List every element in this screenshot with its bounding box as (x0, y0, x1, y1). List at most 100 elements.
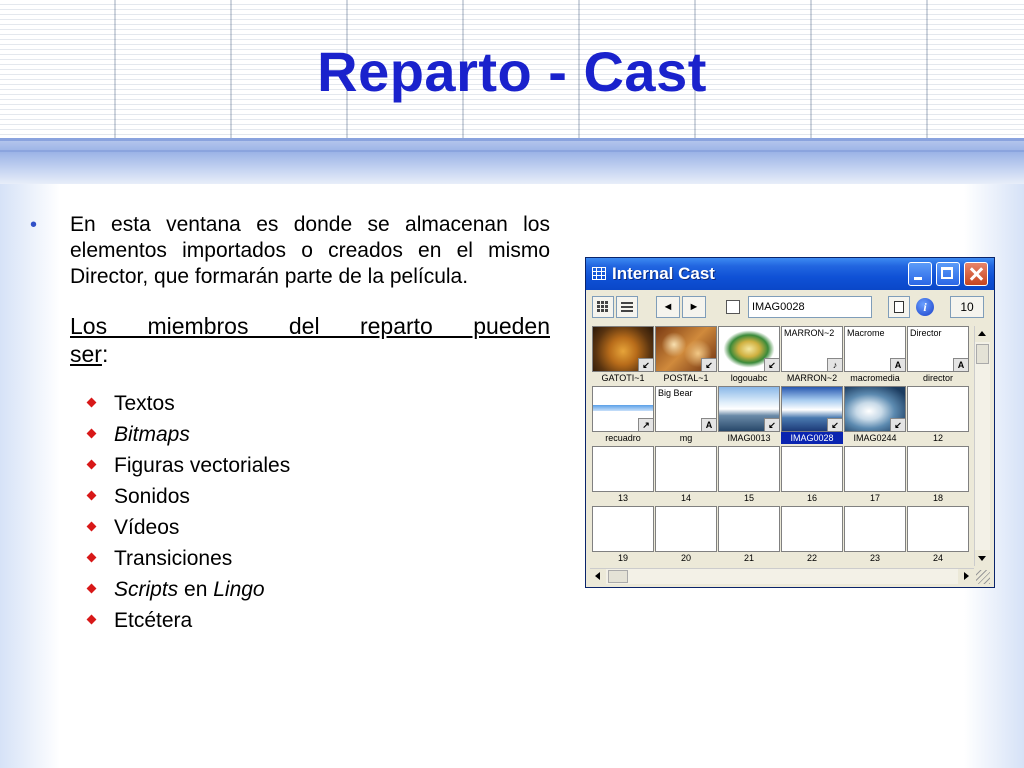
cast-member-cell[interactable]: 12 (907, 386, 969, 446)
cast-member-cell[interactable]: 14 (655, 446, 717, 506)
cast-member-cell[interactable]: 19 (592, 506, 654, 566)
list-item-text: Etcétera (114, 609, 193, 632)
cast-member-thumbnail[interactable] (907, 446, 969, 492)
cast-member-thumbnail[interactable] (781, 446, 843, 492)
cast-member-cell[interactable]: Director A director (907, 326, 969, 386)
cast-member-cell[interactable]: ↙ GATOTI~1 (592, 326, 654, 386)
diamond-bullet-icon (86, 397, 97, 408)
cast-member-thumbnail[interactable] (718, 506, 780, 552)
cast-member-cell[interactable]: Macrome A macromedia (844, 326, 906, 386)
cast-member-cell[interactable]: ↙ IMAG0013 (718, 386, 780, 446)
cast-member-cell[interactable]: 18 (907, 446, 969, 506)
cast-member-label: IMAG0244 (853, 433, 897, 443)
cast-member-cell[interactable]: 22 (781, 506, 843, 566)
scroll-up-arrow-icon[interactable] (975, 326, 990, 342)
cast-member-thumbnail[interactable]: ↙ (718, 326, 780, 372)
cast-member-thumbnail[interactable] (655, 506, 717, 552)
cast-member-cell[interactable]: ↙ IMAG0244 (844, 386, 906, 446)
maximize-button[interactable] (936, 262, 960, 286)
cast-member-cell-selected[interactable]: ↙ IMAG0028 (781, 386, 843, 446)
cast-member-label: IMAG0013 (727, 433, 771, 443)
next-member-button[interactable]: ► (682, 296, 706, 318)
cast-member-cell[interactable]: 20 (655, 506, 717, 566)
slide-body: • En esta ventana es donde se almacenan … (28, 212, 550, 636)
resize-grip-icon[interactable] (976, 570, 990, 584)
cast-member-cell[interactable]: 24 (907, 506, 969, 566)
scroll-down-arrow-icon[interactable] (975, 550, 990, 566)
cast-member-label: 13 (617, 493, 628, 503)
cast-member-cell[interactable]: ↙ logouabc (718, 326, 780, 386)
cast-member-thumbnail[interactable] (907, 386, 969, 432)
bitmap-type-icon: ↙ (638, 358, 653, 371)
cast-member-thumbnail[interactable]: ↙ (844, 386, 906, 432)
cast-member-thumbnail[interactable]: ↗ (592, 386, 654, 432)
list-item: Etcétera (86, 605, 550, 636)
member-properties-info-icon[interactable]: i (916, 298, 934, 316)
cast-member-cell[interactable]: MARRON~2 ♪ MARRON~2 (781, 326, 843, 386)
cast-member-thumbnail[interactable]: ↙ (781, 386, 843, 432)
cast-member-thumbnail[interactable] (655, 446, 717, 492)
bitmap-type-icon: ↙ (701, 358, 716, 371)
cast-member-label: POSTAL~1 (663, 373, 709, 383)
member-drag-icon[interactable] (726, 300, 740, 314)
bullet-dot-icon: • (30, 214, 38, 236)
cast-member-thumbnail[interactable]: ↙ (592, 326, 654, 372)
cast-member-label: 22 (806, 553, 817, 563)
list-item-text: Transiciones (114, 547, 233, 570)
cast-member-cell[interactable]: 13 (592, 446, 654, 506)
vertical-scroll-thumb[interactable] (976, 344, 989, 364)
horizontal-scrollbar[interactable] (590, 568, 974, 584)
cast-member-label: director (922, 373, 953, 383)
cast-member-cell[interactable]: ↗ recuadro (592, 386, 654, 446)
bitmap-type-icon: ↙ (827, 418, 842, 431)
minimize-button[interactable] (908, 262, 932, 286)
cast-member-thumbnail[interactable] (844, 506, 906, 552)
cast-member-thumbnail[interactable] (592, 506, 654, 552)
cast-member-thumbnail[interactable] (781, 506, 843, 552)
scroll-left-arrow-icon[interactable] (590, 569, 606, 584)
cast-member-thumbnail[interactable] (844, 446, 906, 492)
cast-member-thumbnail[interactable] (592, 446, 654, 492)
cast-member-cell[interactable]: 21 (718, 506, 780, 566)
cast-member-cell[interactable]: 17 (844, 446, 906, 506)
slide-title: Reparto - Cast (317, 40, 707, 103)
previous-member-button[interactable]: ◄ (656, 296, 680, 318)
cast-member-thumbnail[interactable]: Big Bear A (655, 386, 717, 432)
scroll-right-arrow-icon[interactable] (958, 569, 974, 584)
members-subheading-colon: : (101, 341, 109, 367)
cast-member-cell[interactable]: 15 (718, 446, 780, 506)
diamond-bullet-icon (86, 490, 97, 501)
cast-member-cell[interactable]: 16 (781, 446, 843, 506)
header-band (0, 138, 1024, 184)
thumbnail-text: Director (910, 328, 942, 338)
close-button[interactable] (964, 262, 988, 286)
cast-member-thumbnail[interactable]: ↙ (718, 386, 780, 432)
member-name-input[interactable] (748, 296, 872, 318)
list-item-text: Sonidos (114, 485, 190, 508)
cast-member-number: 10 (950, 296, 984, 318)
vector-type-icon: ↗ (638, 418, 653, 431)
cast-member-thumbnail[interactable] (718, 446, 780, 492)
thumbnail-view-button[interactable] (592, 296, 614, 318)
horizontal-scroll-thumb[interactable] (608, 570, 628, 583)
cast-member-thumbnail[interactable]: MARRON~2 ♪ (781, 326, 843, 372)
list-view-button[interactable] (616, 296, 638, 318)
cast-member-label: IMAG0028 (781, 432, 843, 444)
members-subheading-underlined: ser (70, 341, 102, 367)
cast-member-cell[interactable]: Big Bear A mg (655, 386, 717, 446)
cast-member-cell[interactable]: ↙ POSTAL~1 (655, 326, 717, 386)
thumbnail-text: Macrome (847, 328, 885, 338)
list-item: Transiciones (86, 543, 550, 574)
cast-member-thumbnail[interactable]: ↙ (655, 326, 717, 372)
cast-member-label: MARRON~2 (786, 373, 838, 383)
member-script-button[interactable] (888, 296, 910, 318)
list-item-text: Vídeos (114, 516, 180, 539)
cast-member-cell[interactable]: 23 (844, 506, 906, 566)
diamond-bullet-icon (86, 583, 97, 594)
cast-member-thumbnail[interactable]: Macrome A (844, 326, 906, 372)
cast-member-thumbnail[interactable] (907, 506, 969, 552)
cast-window-titlebar[interactable]: Internal Cast (586, 258, 994, 290)
vertical-scrollbar[interactable] (974, 326, 990, 566)
cast-member-label: 20 (680, 553, 691, 563)
cast-member-thumbnail[interactable]: Director A (907, 326, 969, 372)
